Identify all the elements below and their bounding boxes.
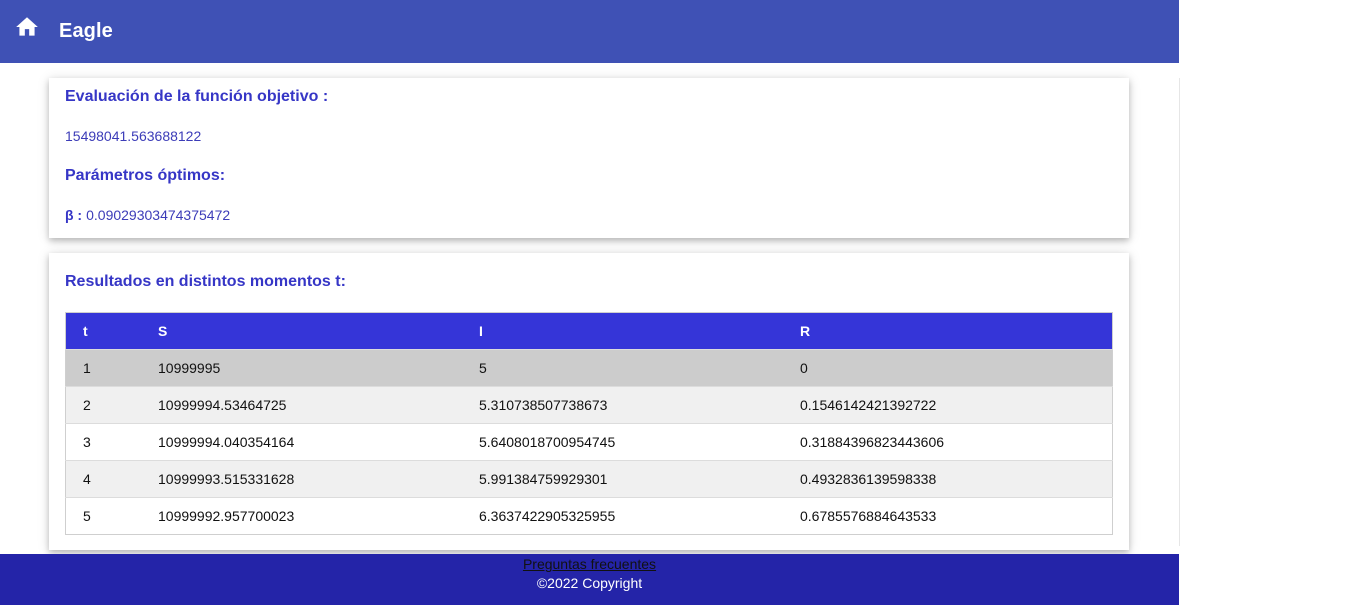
results-table: t S I R 1 10999995 5 0 2 10999994.534647… [65,312,1113,535]
cell-r: 0 [783,349,1113,387]
cell-s: 10999992.957700023 [141,497,462,535]
table-header-row: t S I R [65,312,1113,350]
objective-heading: Evaluación de la función objetivo : [65,88,329,105]
objective-value: 15498041.563688122 [65,128,202,144]
home-button[interactable] [14,14,40,40]
cell-t: 1 [65,349,141,387]
cell-r: 0.6785576884643533 [783,497,1113,535]
cell-r: 0.1546142421392722 [783,386,1113,424]
copyright-text: ©2022 Copyright [536,575,643,591]
cell-i: 6.3637422905325955 [462,497,783,535]
column-header-t: t [65,312,141,350]
results-heading: Resultados en distintos momentos t: [65,273,346,290]
app-root: Eagle Evaluación de la función objetivo … [0,0,1179,605]
objective-card: Evaluación de la función objetivo : 1549… [49,78,1129,238]
table-row: 4 10999993.515331628 5.991384759929301 0… [65,460,1113,498]
cell-t: 2 [65,386,141,424]
column-header-r: R [783,312,1113,350]
home-icon [16,17,38,36]
table-row: 3 10999994.040354164 5.6408018700954745 … [65,423,1113,461]
beta-label: β : [65,207,83,223]
table-row: 5 10999992.957700023 6.3637422905325955 … [65,497,1113,535]
cell-i: 5 [462,349,783,387]
cell-i: 5.991384759929301 [462,460,783,498]
cell-t: 4 [65,460,141,498]
beta-param: β :0.09029303474375472 [65,207,230,223]
cell-r: 0.4932836139598338 [783,460,1113,498]
cell-s: 10999994.040354164 [141,423,462,461]
table-row: 1 10999995 5 0 [65,349,1113,387]
faq-link[interactable]: Preguntas frecuentes [0,556,1179,572]
column-header-s: S [141,312,462,350]
cell-i: 5.310738507738673 [462,386,783,424]
column-header-i: I [462,312,783,350]
beta-value: 0.09029303474375472 [86,207,231,223]
table-row: 2 10999994.53464725 5.310738507738673 0.… [65,386,1113,424]
cell-i: 5.6408018700954745 [462,423,783,461]
cell-t: 3 [65,423,141,461]
params-heading: Parámetros óptimos: [65,167,226,184]
app-title: Eagle [59,20,113,42]
divider [1179,78,1180,546]
cell-s: 10999995 [141,349,462,387]
cell-r: 0.31884396823443606 [783,423,1113,461]
footer: Preguntas frecuentes ©2022 Copyright [0,554,1179,605]
cell-s: 10999994.53464725 [141,386,462,424]
results-card: Resultados en distintos momentos t: t S … [49,253,1129,550]
cell-s: 10999993.515331628 [141,460,462,498]
app-bar: Eagle [0,0,1179,63]
cell-t: 5 [65,497,141,535]
